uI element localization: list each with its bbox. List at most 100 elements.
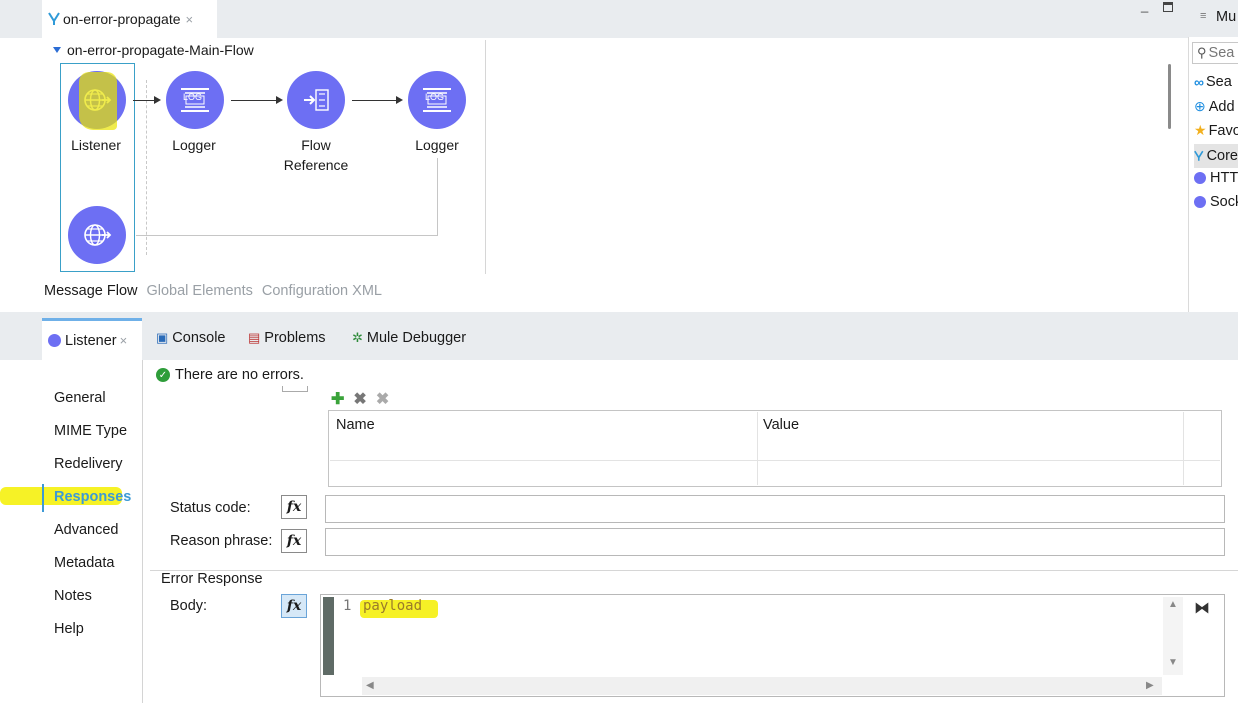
nav-help[interactable]: Help <box>54 621 84 637</box>
exchange-icon: ∞ <box>1194 74 1204 90</box>
nav-metadata[interactable]: Metadata <box>54 555 114 571</box>
minimize-icon[interactable]: _ <box>1141 0 1148 13</box>
problems-icon: ▤ <box>248 330 261 345</box>
add-modules-icon: ⊕ <box>1194 98 1206 114</box>
fx-toggle-button[interactable]: fx <box>281 594 307 618</box>
palette-item-label: Sock <box>1210 194 1238 210</box>
node-label: Flow Reference <box>283 137 349 173</box>
nav-mime-type[interactable]: MIME Type <box>54 423 127 439</box>
flow-reference-node[interactable] <box>287 71 345 129</box>
palette-item-search-exchange[interactable]: ∞ Sea <box>1194 74 1238 90</box>
editor-vertical-scrollbar[interactable]: ▲ ▼ <box>1163 597 1183 675</box>
node-label: Logger <box>415 137 459 153</box>
globe-icon <box>84 224 112 246</box>
validation-status: ✓ There are no errors. <box>156 367 304 383</box>
status-text: There are no errors. <box>175 367 304 383</box>
tab-global-elements[interactable]: Global Elements <box>146 283 252 299</box>
nav-responses[interactable]: Responses <box>54 489 131 505</box>
tab-message-flow[interactable]: Message Flow <box>44 283 137 299</box>
tab-console[interactable]: ▣ Console <box>156 330 226 346</box>
palette-item-label: Core <box>1206 148 1238 164</box>
delete-all-icon[interactable]: ✖ <box>376 389 389 409</box>
nav-redelivery[interactable]: Redelivery <box>54 456 123 472</box>
table-row-divider <box>330 460 1220 461</box>
module-dot-icon <box>1194 196 1206 208</box>
table-col-divider <box>757 412 758 485</box>
arrow-head-icon <box>154 96 161 104</box>
editor-tab[interactable]: on-error-propagate × <box>42 0 217 38</box>
editor-gutter <box>323 597 334 675</box>
mule-icon <box>1194 150 1204 161</box>
palette-item-label: Favo <box>1208 122 1238 139</box>
collapse-triangle-icon[interactable] <box>53 47 61 53</box>
nav-divider <box>142 360 143 703</box>
node-label: Logger <box>172 137 216 153</box>
reason-phrase-input[interactable] <box>325 528 1225 556</box>
connector <box>231 100 276 101</box>
palette-title: Mu <box>1216 9 1237 25</box>
tab-label: Mule Debugger <box>366 330 467 346</box>
log-text: LOG <box>425 92 445 102</box>
body-label: Body: <box>170 598 208 614</box>
scroll-up-icon[interactable]: ▲ <box>1168 599 1178 610</box>
search-placeholder: Sea <box>1208 45 1235 61</box>
fx-toggle-button[interactable]: fx <box>281 529 307 553</box>
add-icon[interactable]: ✚ <box>331 389 344 409</box>
column-header-name[interactable]: Name <box>336 417 375 433</box>
palette-item-sockets[interactable]: Sock <box>1194 194 1238 210</box>
nav-notes[interactable]: Notes <box>54 588 92 604</box>
flow-name: on-error-propagate-Main-Flow <box>67 42 254 58</box>
listener-icon <box>48 334 61 347</box>
nav-general[interactable]: General <box>54 390 106 406</box>
delete-icon[interactable]: ✖ <box>353 389 366 409</box>
tab-listener-properties[interactable]: Listener × <box>42 318 142 360</box>
tab-label: Problems <box>264 330 326 346</box>
menu-icon[interactable]: ≡ <box>1200 10 1206 22</box>
transform-mapping-icon[interactable]: ⧓ <box>1194 598 1210 618</box>
flow-reference-icon <box>304 89 329 111</box>
close-icon[interactable]: × <box>186 12 194 27</box>
debugger-bug-icon: ✲ <box>352 330 363 345</box>
close-icon[interactable]: × <box>120 333 128 348</box>
maximize-icon[interactable] <box>1163 2 1173 12</box>
editor-subtabs: Message Flow Global Elements Configurati… <box>44 283 382 299</box>
tab-label: Console <box>172 330 226 346</box>
tab-mule-debugger[interactable]: ✲ Mule Debugger <box>352 330 466 346</box>
nav-active-marker <box>42 484 44 512</box>
palette-item-label: HTT <box>1210 170 1238 186</box>
palette-item-favorites[interactable]: ★ Favo <box>1194 122 1238 139</box>
palette-item-core[interactable]: Core <box>1194 144 1238 168</box>
scroll-right-icon[interactable]: ▶ <box>1146 680 1154 691</box>
arrow-head-icon <box>396 96 403 104</box>
code-line[interactable]: payload <box>363 598 422 614</box>
palette-item-label: Add <box>1208 98 1235 115</box>
tab-configuration-xml[interactable]: Configuration XML <box>262 283 382 299</box>
reason-phrase-label: Reason phrase: <box>170 533 273 549</box>
status-code-input[interactable] <box>325 495 1225 523</box>
check-icon: ✓ <box>156 368 170 382</box>
return-connector <box>136 235 438 236</box>
annotation-highlight <box>79 72 117 130</box>
node-label: Listener <box>71 137 121 153</box>
editor-tab-title: on-error-propagate <box>63 11 181 27</box>
editor-horizontal-scrollbar[interactable]: ◀ ▶ <box>362 677 1162 695</box>
tab-problems[interactable]: ▤ Problems <box>248 330 326 346</box>
listener-response-node[interactable] <box>68 206 126 264</box>
fx-toggle-button[interactable]: fx <box>281 495 307 519</box>
palette-item-http[interactable]: HTT <box>1194 170 1238 186</box>
column-header-value[interactable]: Value <box>763 417 799 433</box>
search-icon: ⚲ <box>1197 45 1207 60</box>
connector <box>133 100 154 101</box>
log-text: LOG <box>183 92 203 102</box>
palette-item-label: Sea <box>1205 74 1232 90</box>
palette-item-add-modules[interactable]: ⊕ Add <box>1194 98 1238 115</box>
error-response-legend: Error Response <box>157 571 267 587</box>
palette-search-input[interactable]: ⚲ Sea <box>1192 42 1238 64</box>
nav-advanced[interactable]: Advanced <box>54 522 119 538</box>
scroll-left-icon[interactable]: ◀ <box>366 680 374 691</box>
scroll-down-icon[interactable]: ▼ <box>1168 657 1178 668</box>
star-icon: ★ <box>1194 122 1207 138</box>
canvas-scrollbar[interactable] <box>1168 64 1171 129</box>
line-number: 1 <box>343 598 352 614</box>
flow-title[interactable]: on-error-propagate-Main-Flow <box>53 42 254 58</box>
